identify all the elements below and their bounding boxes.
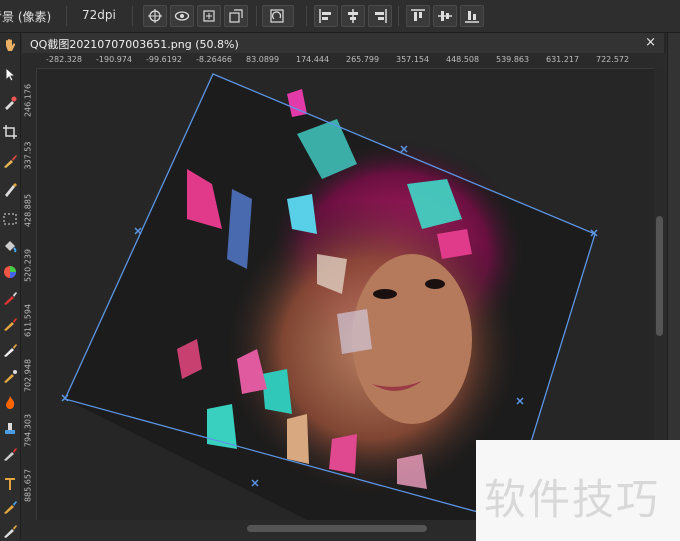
ruler-tick-label: -282.328 bbox=[46, 55, 82, 64]
context-toolbar: 背景 (像素) 72dpi bbox=[0, 0, 680, 33]
bbox-icon bbox=[203, 10, 215, 22]
pencil-icon[interactable] bbox=[2, 342, 18, 358]
hand-icon[interactable] bbox=[2, 37, 18, 53]
watermark-text: 软件技巧 bbox=[484, 475, 661, 524]
color-icon[interactable] bbox=[2, 264, 18, 280]
move-icon[interactable] bbox=[2, 66, 18, 82]
align-top-button[interactable] bbox=[406, 5, 430, 27]
ruler-tick-label: 722.572 bbox=[596, 55, 630, 64]
eyedropper-icon[interactable] bbox=[2, 95, 18, 111]
visibility-button[interactable] bbox=[170, 5, 194, 27]
ruler-tick-label: 357.154 bbox=[396, 55, 430, 64]
align-center-icon bbox=[348, 9, 358, 23]
paint-icon[interactable] bbox=[2, 290, 18, 306]
eye-shape bbox=[373, 289, 397, 299]
tools-panel bbox=[0, 33, 21, 541]
dpi-label: 72dpi bbox=[82, 8, 116, 22]
align-middle-button[interactable] bbox=[433, 5, 457, 27]
fill-icon[interactable] bbox=[2, 238, 18, 254]
ruler-tick-label: 539.863 bbox=[496, 55, 530, 64]
ruler-tick-label: 265.799 bbox=[346, 55, 380, 64]
crosshair-button[interactable] bbox=[143, 5, 167, 27]
divider bbox=[256, 6, 257, 26]
ruler-tick-label: 611.594 bbox=[23, 303, 33, 338]
bounding-box-button[interactable] bbox=[197, 5, 221, 27]
align-right-icon bbox=[375, 9, 387, 23]
shard bbox=[397, 454, 427, 489]
shard bbox=[337, 309, 372, 354]
ruler-tick-label: 246.176 bbox=[23, 83, 33, 118]
shape-icon[interactable] bbox=[2, 499, 18, 515]
pen-icon[interactable] bbox=[2, 182, 18, 198]
shard bbox=[287, 414, 309, 464]
vertical-ruler: 246.176 337.53 428.885 520.239 611.594 702.94… bbox=[22, 68, 37, 520]
shape2-icon[interactable] bbox=[2, 523, 18, 539]
crop-icon[interactable] bbox=[2, 124, 18, 140]
ruler-tick-label: -99.6192 bbox=[146, 55, 182, 64]
close-icon[interactable]: × bbox=[645, 35, 656, 50]
horizontal-ruler: -282.328 -190.974 -99.6192 -8.26466 83.0899 1… bbox=[22, 54, 656, 69]
document-info: 背景 (像素) bbox=[0, 10, 52, 24]
align-left-button[interactable] bbox=[314, 5, 338, 27]
ruler-tick-label: 794.303 bbox=[23, 413, 33, 448]
divider bbox=[398, 6, 399, 26]
marquee-icon[interactable] bbox=[2, 211, 18, 227]
align-bottom-icon bbox=[465, 11, 479, 23]
shard bbox=[262, 369, 292, 414]
smudge-icon[interactable] bbox=[2, 368, 18, 384]
align-bottom-button[interactable] bbox=[460, 5, 484, 27]
eye-icon bbox=[174, 11, 190, 21]
transform-icon bbox=[229, 9, 243, 23]
brush-icon[interactable] bbox=[2, 153, 18, 169]
divider bbox=[132, 6, 133, 26]
watermark: 软件技巧 bbox=[476, 440, 680, 541]
align-center-button[interactable] bbox=[341, 5, 365, 27]
rotate-button[interactable] bbox=[262, 5, 294, 27]
document-tab[interactable]: QQ截图20210707003651.png (50.8%) × bbox=[22, 33, 664, 53]
clone-icon[interactable] bbox=[2, 446, 18, 462]
ruler-tick-label: 885.657 bbox=[23, 468, 33, 503]
crosshair-icon bbox=[148, 9, 162, 23]
ruler-tick-label: 448.508 bbox=[446, 55, 480, 64]
stamp-icon[interactable] bbox=[2, 420, 18, 436]
transform-button[interactable] bbox=[224, 5, 248, 27]
rotate-icon bbox=[270, 9, 284, 23]
shard bbox=[437, 229, 472, 259]
ruler-tick-label: 631.217 bbox=[546, 55, 580, 64]
eye-shape bbox=[425, 279, 445, 289]
scroll-thumb[interactable] bbox=[247, 525, 427, 532]
ruler-tick-label: 174.444 bbox=[296, 55, 330, 64]
divider bbox=[66, 6, 67, 26]
ruler-tick-label: 520.239 bbox=[23, 248, 33, 283]
ruler-tick-label: -8.26466 bbox=[196, 55, 232, 64]
align-left-icon bbox=[319, 9, 331, 23]
handle[interactable] bbox=[134, 227, 142, 235]
align-middle-icon bbox=[438, 11, 452, 21]
align-right-button[interactable] bbox=[368, 5, 392, 27]
ruler-tick-label: 702.948 bbox=[23, 358, 33, 393]
ruler-tick-label: 337.53 bbox=[23, 141, 33, 170]
ruler-tick-label: 83.0899 bbox=[246, 55, 280, 64]
burn-icon[interactable] bbox=[2, 394, 18, 410]
scroll-thumb[interactable] bbox=[656, 216, 663, 336]
ruler-tick-label: 428.885 bbox=[23, 193, 33, 228]
ruler-tick-label: -190.974 bbox=[96, 55, 132, 64]
brush2-icon[interactable] bbox=[2, 316, 18, 332]
document-title: QQ截图20210707003651.png (50.8%) bbox=[30, 38, 239, 51]
document-tabbar: QQ截图20210707003651.png (50.8%) × bbox=[22, 33, 666, 53]
text-icon[interactable] bbox=[2, 476, 18, 492]
shard bbox=[329, 434, 357, 474]
align-top-icon bbox=[411, 9, 425, 21]
divider bbox=[306, 6, 307, 26]
